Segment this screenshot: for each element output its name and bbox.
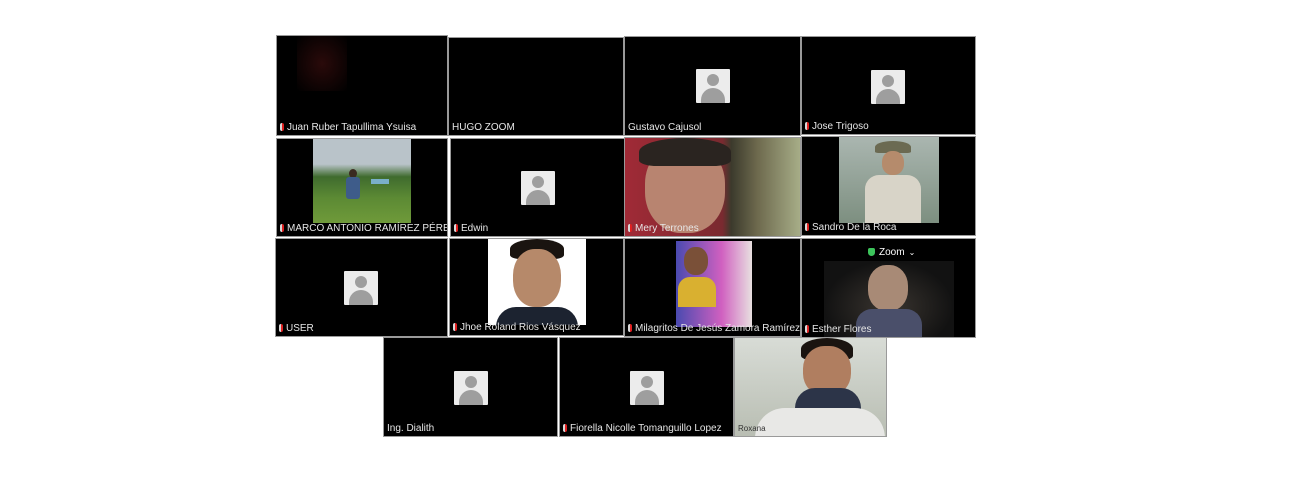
zoom-app-label[interactable]: Zoom ⌄ [868,247,915,258]
mic-muted-icon [805,122,809,130]
participant-name: HUGO ZOOM [452,122,515,133]
shield-check-icon [868,248,875,256]
participant-tile[interactable]: Ing. Dialith [383,337,558,437]
participant-name: Gustavo Cajusol [628,122,702,133]
participant-name: Esther Flores [805,324,871,336]
participant-video [676,241,752,327]
participant-name: Mery Terrones [628,223,699,235]
participant-tile[interactable]: Jhoe Roland Rios Vásquez [449,238,624,336]
participant-name: Ing. Dialith [387,423,435,434]
default-avatar-icon [344,271,378,305]
participant-video [313,139,411,223]
default-avatar-icon [630,371,664,405]
participant-tile[interactable]: Gustavo Cajusol [624,36,801,136]
participant-name: Sandro De la Roca [805,222,897,234]
mic-muted-icon [805,223,809,231]
participant-name: Edwin [454,223,488,235]
participant-tile[interactable]: HUGO ZOOM [448,37,624,136]
default-avatar-icon [871,70,905,104]
participant-tile[interactable]: Edwin [450,138,625,237]
participant-name: Jhoe Roland Rios Vásquez [453,322,581,334]
participant-name: Juan Ruber Tapullima Ysuisa [280,122,416,134]
default-avatar-icon [696,69,730,103]
participant-name: Fiorella Nicolle Tomanguillo Lopez [563,423,722,435]
participant-video [488,239,586,325]
participant-name: Jose Trigoso [805,121,869,133]
default-avatar-icon [521,171,555,205]
mic-muted-icon [280,224,284,232]
participant-name: USER [279,323,314,335]
mic-muted-icon [628,224,632,232]
participant-tile[interactable]: Milagritos De Jesús Zamora Ramírez [624,238,801,337]
mic-muted-icon [454,224,458,232]
participant-tile[interactable]: Juan Ruber Tapullima Ysuisa [276,35,448,136]
mic-muted-icon [805,325,809,333]
chevron-down-icon: ⌄ [908,248,916,257]
participant-tile[interactable]: Mery Terrones [624,137,801,237]
participant-video [297,36,347,91]
participant-tile[interactable]: Sandro De la Roca [801,136,976,236]
participant-tile[interactable]: MARCO ANTONIO RAMÍREZ PÉREZ [276,138,448,237]
participant-name: Milagritos De Jesús Zamora Ramírez [628,323,800,335]
participant-tile[interactable]: Roxana [734,337,887,437]
participant-video [839,137,939,223]
participant-tile[interactable]: Jose Trigoso [801,36,976,135]
mic-muted-icon [280,123,284,131]
mic-muted-icon [563,424,567,432]
participant-tile[interactable]: USER [275,238,448,337]
participant-tile[interactable]: Fiorella Nicolle Tomanguillo Lopez [559,337,734,437]
mic-muted-icon [628,324,632,332]
participant-name: Roxana [738,424,766,433]
default-avatar-icon [454,371,488,405]
mic-muted-icon [453,323,457,331]
mic-muted-icon [279,324,283,332]
participant-name: MARCO ANTONIO RAMÍREZ PÉREZ [280,223,447,235]
